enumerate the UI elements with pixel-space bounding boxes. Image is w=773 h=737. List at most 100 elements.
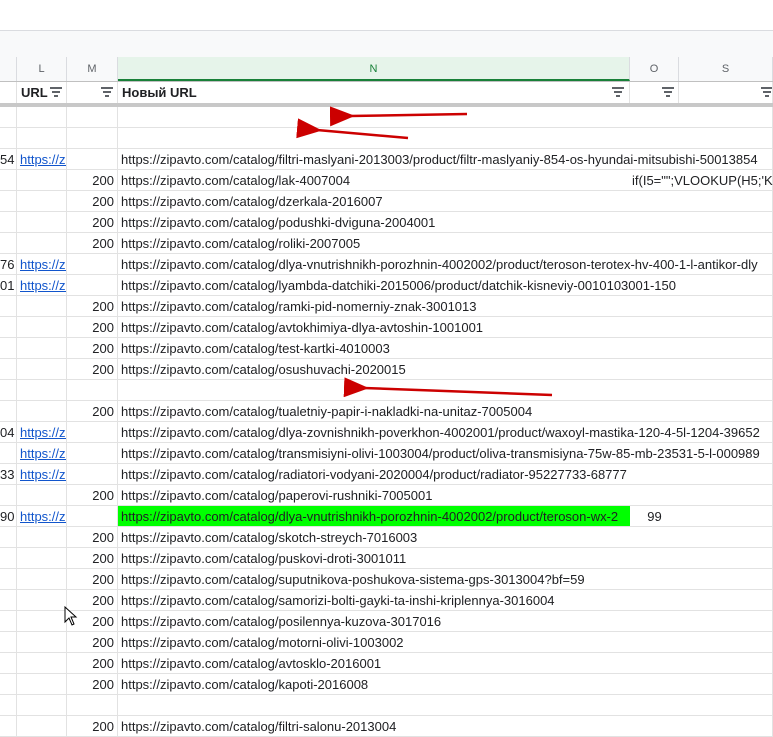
cell-s[interactable]	[679, 380, 773, 400]
cell-o[interactable]	[630, 380, 679, 400]
cell-s[interactable]	[679, 569, 773, 589]
header-cell-k[interactable]	[0, 82, 17, 103]
cell-new-url[interactable]: https://zipavto.com/catalog/avtosklo-201…	[118, 653, 630, 673]
cell-k[interactable]	[0, 107, 17, 127]
cell-new-url[interactable]	[118, 695, 630, 715]
cell-s[interactable]	[679, 485, 773, 505]
column-header-s[interactable]: S	[679, 57, 773, 81]
cell-new-url[interactable]: https://zipavto.com/catalog/test-kartki-…	[118, 338, 630, 358]
cell-k[interactable]	[0, 380, 17, 400]
cell-new-url[interactable]: https://zipavto.com/catalog/filtri-salon…	[118, 716, 630, 736]
cell-new-url[interactable]: https://zipavto.com/catalog/dlya-vnutris…	[118, 506, 630, 526]
cell-o[interactable]	[630, 128, 679, 148]
cell-o[interactable]	[630, 275, 679, 295]
cell-new-url[interactable]: https://zipavto.com/catalog/ramki-pid-no…	[118, 296, 630, 316]
cell-o[interactable]	[630, 590, 679, 610]
cell-url-link[interactable]	[17, 212, 67, 232]
cell-s[interactable]	[679, 107, 773, 127]
cell-status[interactable]: 200	[67, 548, 118, 568]
cell-k[interactable]	[0, 674, 17, 694]
cell-status[interactable]: 200	[67, 317, 118, 337]
cell-o[interactable]: 99	[630, 506, 679, 526]
cell-k[interactable]	[0, 611, 17, 631]
cell-s[interactable]	[679, 527, 773, 547]
cell-k[interactable]	[0, 590, 17, 610]
cell-status[interactable]: 200	[67, 401, 118, 421]
cell-o[interactable]	[630, 401, 679, 421]
cell-status[interactable]	[67, 380, 118, 400]
cell-o[interactable]: if(I5="";VLOOKUP(H5;'K	[630, 170, 773, 190]
cell-k[interactable]	[0, 191, 17, 211]
cell-new-url[interactable]: https://zipavto.com/catalog/podushki-dvi…	[118, 212, 630, 232]
cell-url-link[interactable]	[17, 359, 67, 379]
filter-icon[interactable]	[761, 87, 772, 97]
cell-status[interactable]	[67, 254, 118, 274]
cell-s[interactable]	[679, 233, 773, 253]
cell-status[interactable]: 200	[67, 716, 118, 736]
cell-status[interactable]: 200	[67, 674, 118, 694]
cell-status[interactable]: 200	[67, 191, 118, 211]
filter-icon[interactable]	[50, 87, 62, 97]
cell-o[interactable]	[630, 569, 679, 589]
cell-url-link[interactable]: https://zipavto.com	[17, 149, 67, 169]
cell-k[interactable]	[0, 443, 17, 463]
cell-o[interactable]	[630, 317, 679, 337]
cell-o[interactable]	[630, 422, 679, 442]
cell-k[interactable]	[0, 485, 17, 505]
cell-s[interactable]	[679, 506, 773, 526]
cell-s[interactable]	[679, 695, 773, 715]
cell-k[interactable]	[0, 716, 17, 736]
cell-status[interactable]: 200	[67, 359, 118, 379]
cell-o[interactable]	[630, 611, 679, 631]
cell-new-url[interactable]: https://zipavto.com/catalog/skotch-strey…	[118, 527, 630, 547]
cell-status[interactable]: 200	[67, 569, 118, 589]
cell-o[interactable]	[630, 485, 679, 505]
cell-status[interactable]	[67, 695, 118, 715]
cell-o[interactable]	[630, 632, 679, 652]
cell-url-link[interactable]	[17, 107, 67, 127]
cell-s[interactable]	[679, 653, 773, 673]
cell-new-url[interactable]: https://zipavto.com/catalog/kapoti-20160…	[118, 674, 630, 694]
column-header-l[interactable]: L	[17, 57, 67, 81]
cell-status[interactable]: 200	[67, 485, 118, 505]
cell-url-link[interactable]	[17, 380, 67, 400]
cell-url-link[interactable]	[17, 485, 67, 505]
cell-s[interactable]	[679, 128, 773, 148]
cell-k[interactable]: 04	[0, 422, 17, 442]
cell-s[interactable]	[679, 317, 773, 337]
cell-new-url[interactable]: https://zipavto.com/catalog/suputnikova-…	[118, 569, 630, 589]
cell-status[interactable]	[67, 506, 118, 526]
cell-new-url[interactable]: https://zipavto.com/catalog/roliki-20070…	[118, 233, 630, 253]
filter-icon[interactable]	[612, 87, 624, 97]
cell-k[interactable]	[0, 695, 17, 715]
cell-k[interactable]	[0, 401, 17, 421]
cell-status[interactable]: 200	[67, 527, 118, 547]
cell-k[interactable]	[0, 170, 17, 190]
cell-s[interactable]	[679, 212, 773, 232]
header-cell-s[interactable]	[679, 82, 773, 103]
cell-o[interactable]	[630, 443, 679, 463]
cell-o[interactable]	[630, 464, 679, 484]
cell-o[interactable]	[630, 527, 679, 547]
cell-url-link[interactable]	[17, 674, 67, 694]
cell-status[interactable]: 200	[67, 296, 118, 316]
column-header-k[interactable]	[0, 57, 17, 81]
cell-new-url[interactable]: https://zipavto.com/catalog/osushuvachi-…	[118, 359, 630, 379]
cell-status[interactable]: 200	[67, 233, 118, 253]
cell-url-link[interactable]: https://zipavto.com	[17, 254, 67, 274]
cell-new-url[interactable]: https://zipavto.com/catalog/transmisiyni…	[118, 443, 760, 463]
cell-s[interactable]	[679, 464, 773, 484]
cell-s[interactable]	[679, 632, 773, 652]
header-cell-m[interactable]	[67, 82, 118, 103]
cell-url-link[interactable]	[17, 653, 67, 673]
cell-new-url[interactable]: https://zipavto.com/catalog/motorni-oliv…	[118, 632, 630, 652]
cell-k[interactable]	[0, 338, 17, 358]
cell-new-url[interactable]: https://zipavto.com/catalog/dzerkala-201…	[118, 191, 630, 211]
cell-k[interactable]	[0, 317, 17, 337]
cell-o[interactable]	[630, 716, 679, 736]
column-header-o[interactable]: O	[630, 57, 679, 81]
cell-k[interactable]: 33	[0, 464, 17, 484]
cell-o[interactable]	[630, 695, 679, 715]
cell-url-link[interactable]	[17, 527, 67, 547]
cell-new-url[interactable]: https://zipavto.com/catalog/filtri-masly…	[118, 149, 758, 169]
